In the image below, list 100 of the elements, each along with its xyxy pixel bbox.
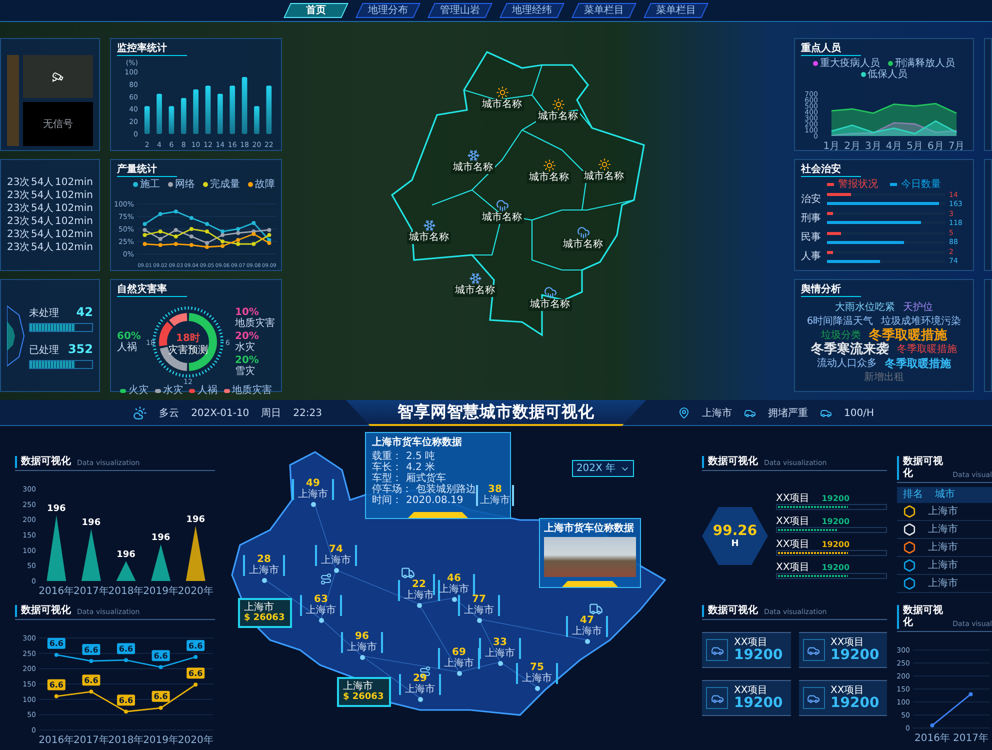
cloudy-weather-icon <box>133 406 148 420</box>
popup-row-value: 2.5 吨 <box>406 451 436 462</box>
table-cell: 上海市 <box>928 524 958 536</box>
sun-icon <box>542 159 556 172</box>
axis-label: 2020年 <box>178 735 214 746</box>
data-point <box>89 659 94 663</box>
bar-label: XX项目 <box>776 539 810 550</box>
value-label: 6.6 <box>82 674 100 686</box>
table-cell: 23次 <box>7 215 30 228</box>
value-label: 6.6 <box>152 650 170 662</box>
axis-label: 6月 <box>928 141 944 152</box>
table-cell: 102min <box>55 189 93 202</box>
legend-label: 故障 <box>255 178 275 190</box>
year-dropdown[interactable]: 202X 年 <box>572 460 634 477</box>
cloud-word: 冬季取暖措施 <box>885 357 951 372</box>
nav-tab[interactable]: 首页 <box>284 3 348 18</box>
callout-city: 上海市 <box>244 602 275 613</box>
marker-city: 上海市 <box>306 605 336 616</box>
panel-title: 监控率统计 <box>117 43 187 56</box>
panel-title: 社会治安 <box>801 164 861 177</box>
table-cell: 102min <box>55 202 93 215</box>
nav-tab[interactable]: 地理经纬 <box>500 3 564 18</box>
panel-title: 数据可视化 <box>15 456 71 468</box>
table-cell: 上海市 <box>928 506 958 518</box>
data-point <box>205 229 209 234</box>
data-point <box>968 692 973 696</box>
bar <box>144 106 150 134</box>
bar-value: 19200 <box>822 516 850 527</box>
axis-label: 2017年 <box>73 735 109 746</box>
marker-value: 96 <box>355 632 369 642</box>
axis-label: 2019年 <box>143 735 179 746</box>
axis-label: 2016年 <box>914 733 950 744</box>
table-cell: 54人 <box>31 228 54 241</box>
card-value: 19200 <box>734 648 783 663</box>
city-label: 城市名称 <box>480 212 524 224</box>
cloud-word: 天护位 <box>903 301 933 316</box>
bar-label: XX项目 <box>776 562 810 573</box>
popup-row-label: 车长： <box>372 462 402 473</box>
truck-icon <box>589 602 603 616</box>
page-title: 智享网智慧城市数据可视化 <box>398 401 594 423</box>
bar-value: 19200 <box>822 539 850 550</box>
data-point <box>205 222 209 226</box>
city-text: 上海市 <box>702 406 732 420</box>
data-point <box>142 242 147 246</box>
data-point <box>189 234 194 238</box>
axis-label: 2019年 <box>143 586 179 597</box>
table-cell: 54人 <box>31 241 54 254</box>
bar-value: 19200 <box>822 562 850 573</box>
row-label: 民事 <box>801 232 822 244</box>
marker-value: 22 <box>412 580 426 590</box>
callout-label: 地质灾害 <box>235 318 275 330</box>
card-value: 19200 <box>830 696 880 711</box>
marker-value: 46 <box>447 574 461 584</box>
callout-value: 20% <box>235 331 260 342</box>
snowflake-icon <box>422 219 436 232</box>
callout-label: 人祸 <box>117 342 138 354</box>
bar-value: 19200 <box>822 493 850 504</box>
nav-tab[interactable]: 地理分布 <box>356 3 420 18</box>
status-label: 已处理 <box>29 344 59 358</box>
bar <box>230 86 236 134</box>
value-label: 6.6 <box>117 643 135 654</box>
data-point <box>158 236 162 241</box>
axis-label: 1月 <box>823 141 840 152</box>
callout-amount: $ 26063 <box>244 613 286 624</box>
snowflake-icon <box>466 149 480 162</box>
marker-city: 上海市 <box>485 648 515 659</box>
table-cell: 102min <box>55 215 93 228</box>
marker-city: 上海市 <box>572 626 602 637</box>
table-cell: 54人 <box>31 202 54 215</box>
table-cell: 上海市 <box>928 542 958 554</box>
legend-label: 水灾 <box>162 385 183 396</box>
nav-tab[interactable]: 菜单栏目 <box>572 3 636 18</box>
bar <box>168 106 174 134</box>
bar-label: XX项目 <box>776 493 810 504</box>
popup-row-value: 厢式货车 <box>406 473 446 484</box>
marker-city: 上海市 <box>321 555 351 566</box>
status-label: 未处理 <box>29 306 59 321</box>
data-point <box>54 652 58 657</box>
panel-title: 数据可视化 <box>15 605 71 617</box>
center-value: 18时 <box>176 333 200 344</box>
axis-label: 2月 <box>844 141 860 152</box>
legend-label: 今日数量 <box>901 178 941 190</box>
city-label: 城市名称 <box>480 99 524 111</box>
car-icon <box>744 407 756 419</box>
nav-tab[interactable]: 菜单栏目 <box>644 3 708 18</box>
bar-label: XX项目 <box>776 516 810 527</box>
callout-value: 60% <box>117 331 141 342</box>
car-icon <box>820 407 832 419</box>
panel-title: 数据可视化 <box>897 605 947 629</box>
value-label: 6.6 <box>47 679 66 690</box>
bar <box>205 86 211 134</box>
route-icon <box>320 573 332 585</box>
nav-tab[interactable]: 管理山岩 <box>428 3 492 18</box>
marker-value: 28 <box>257 555 271 565</box>
callout-city: 上海市 <box>343 681 374 692</box>
popup-row-value: 2020.08.19 <box>406 495 464 506</box>
bar <box>180 98 186 134</box>
bar <box>156 94 162 134</box>
value-label: 6.6 <box>47 638 66 649</box>
axis-label: 2017年 <box>73 586 109 597</box>
